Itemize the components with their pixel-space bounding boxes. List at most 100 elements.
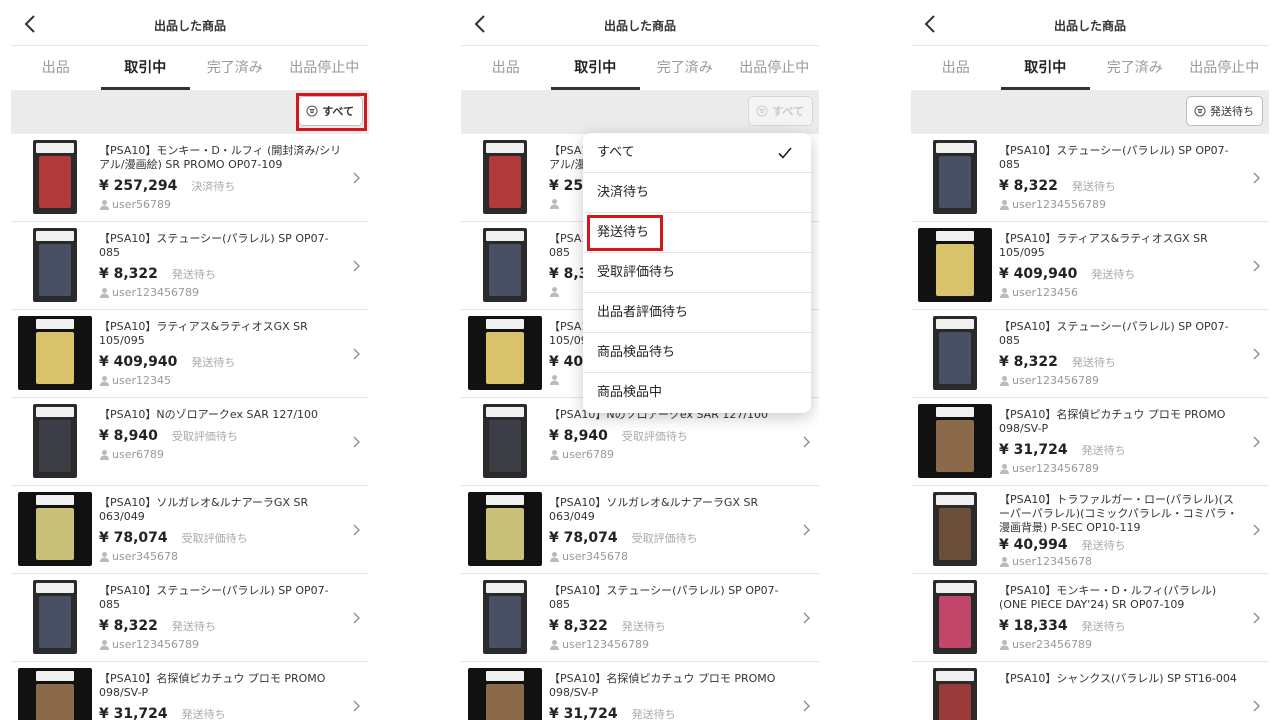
item-name: 【PSA10】ラティアス&ラティオスGX SR 105/095	[99, 320, 308, 347]
user-icon	[1000, 640, 1009, 650]
item-user: user1234556789	[1012, 198, 1106, 211]
item-name: 【PSA10】ラティアス&ラティオスGX SR 105/095	[999, 232, 1208, 259]
item-price: ¥ 409,940	[99, 354, 178, 370]
tab-completed[interactable]: 完了済み	[190, 46, 280, 90]
item-price: ¥ 31,724	[999, 442, 1068, 458]
chevron-right-icon	[353, 260, 360, 272]
list-item[interactable]: 【PSA10】ラティアス&ラティオスGX SR 105/095 ¥ 409,940…	[911, 222, 1269, 310]
list-item[interactable]: 【PSA10】ステューシー(パラレル) SP OP07-085 ¥ 8,322 発送…	[911, 310, 1269, 398]
item-name: 【PSA10】ステューシー(パラレル) SP OP07-085	[99, 232, 329, 259]
tab-completed[interactable]: 完了済み	[1090, 46, 1180, 90]
dropdown-option[interactable]: 受取評価待ち	[583, 253, 811, 293]
item-name: 【PSA10】ソルガレオ&ルナアーラGX SR 063/049	[549, 496, 759, 523]
tab-trading[interactable]: 取引中	[1000, 46, 1091, 90]
card-thumbnail	[18, 492, 92, 566]
chevron-right-icon	[1253, 524, 1260, 536]
user-icon	[100, 552, 109, 562]
item-price: ¥ 8,322	[999, 354, 1058, 370]
item-user: user6789	[562, 448, 614, 461]
list-item[interactable]: 【PSA10】モンキー・D・ルフィ (開封済み/シリアル/漫画絵) SR PRO…	[11, 134, 369, 222]
tab-bar: 出品 取引中 完了済み 出品停止中	[911, 46, 1269, 90]
dropdown-option[interactable]: 商品検品待ち	[583, 333, 811, 373]
dropdown-option-shipping[interactable]: 発送待ち	[583, 213, 811, 253]
user-icon	[1000, 557, 1009, 567]
chevron-right-icon	[353, 348, 360, 360]
item-status: 発送待ち	[1081, 539, 1126, 552]
list-item[interactable]: 【PSA10】トラファルガー・ロー(パラレル)(スーパーパラレル)(コミックパラ…	[911, 486, 1269, 574]
header: 出品した商品	[911, 0, 1269, 46]
filter-button[interactable]: すべて	[748, 96, 813, 126]
panel-all-filter: 出品した商品 出品 取引中 完了済み 出品停止中 すべて 【PSA10】モンキー…	[11, 0, 369, 720]
chevron-right-icon	[353, 172, 360, 184]
card-thumbnail	[18, 316, 92, 390]
card-thumbnail	[18, 668, 92, 720]
card-thumbnail	[918, 404, 992, 478]
item-price: ¥ 8,322	[99, 266, 158, 282]
tab-listing[interactable]: 出品	[461, 46, 551, 90]
item-status: 発送待ち	[1091, 268, 1136, 281]
item-status: 発送待ち	[181, 708, 226, 720]
user-icon	[550, 450, 559, 460]
item-user: user123456	[1012, 286, 1078, 299]
chevron-right-icon	[803, 436, 810, 448]
item-name: 【PSA10】シャンクス(パラレル) SP ST16-004	[999, 672, 1237, 685]
item-status: 発送待ち	[171, 268, 216, 281]
list-item[interactable]: 【PSA10】ステューシー(パラレル) SP OP07-085 ¥ 8,322 発送…	[11, 574, 369, 662]
checkmark-icon	[778, 147, 792, 159]
dropdown-option[interactable]: 決済待ち	[583, 173, 811, 213]
list-item[interactable]: 【PSA10】ラティアス&ラティオスGX SR 105/095 ¥ 409,940…	[11, 310, 369, 398]
list-item[interactable]: 【PSA10】名探偵ピカチュウ プロモ PROMO 098/SV-P ¥ 31,7…	[461, 662, 819, 720]
list-item[interactable]: 【PSA10】シャンクス(パラレル) SP ST16-004	[911, 662, 1269, 720]
tab-listing[interactable]: 出品	[11, 46, 101, 90]
card-thumbnail	[918, 228, 992, 302]
item-status: 発送待ち	[1071, 180, 1116, 193]
list-item[interactable]: 【PSA10】ソルガレオ&ルナアーラGX SR 063/049 ¥ 78,074 受…	[11, 486, 369, 574]
filter-bar: すべて	[461, 90, 819, 134]
item-user: user345678	[112, 550, 178, 563]
list-item[interactable]: 【PSA10】Nのゾロアークex SAR 127/100 ¥ 8,940 受取評価待…	[11, 398, 369, 486]
user-icon	[1000, 464, 1009, 474]
item-status: 発送待ち	[1071, 356, 1116, 369]
list-item[interactable]: 【PSA10】ステューシー(パラレル) SP OP07-085 ¥ 8,322 発送…	[11, 222, 369, 310]
item-status: 決済待ち	[191, 180, 236, 193]
list-item[interactable]: 【PSA10】ステューシー(パラレル) SP OP07-085 ¥ 8,322 発送…	[911, 134, 1269, 222]
tab-suspended[interactable]: 出品停止中	[1180, 46, 1270, 90]
panel-shipping-filter: 出品した商品 出品 取引中 完了済み 出品停止中 発送待ち 【PSA10】ステュ…	[911, 0, 1269, 720]
user-icon	[1000, 200, 1009, 210]
item-name: 【PSA10】モンキー・D・ルフィ (開封済み/シリアル/漫画絵) SR PRO…	[99, 144, 342, 171]
chevron-right-icon	[353, 524, 360, 536]
card-thumbnail	[933, 668, 977, 720]
tab-completed[interactable]: 完了済み	[640, 46, 730, 90]
filter-button[interactable]: 発送待ち	[1186, 96, 1263, 126]
tab-suspended[interactable]: 出品停止中	[730, 46, 820, 90]
list-item[interactable]: 【PSA10】ソルガレオ&ルナアーラGX SR 063/049 ¥ 78,074 受…	[461, 486, 819, 574]
item-status: 受取評価待ち	[181, 532, 248, 545]
item-status: 発送待ち	[631, 708, 676, 720]
dropdown-option-all[interactable]: すべて	[583, 133, 811, 173]
filter-bar: 発送待ち	[911, 90, 1269, 134]
user-icon	[550, 199, 559, 209]
list-item[interactable]: 【PSA10】名探偵ピカチュウ プロモ PROMO 098/SV-P ¥ 31,7…	[11, 662, 369, 720]
item-price: ¥ 8,940	[549, 428, 608, 444]
tab-listing[interactable]: 出品	[911, 46, 1001, 90]
item-name: 【PSA10】名探偵ピカチュウ プロモ PROMO 098/SV-P	[99, 672, 326, 699]
tab-suspended[interactable]: 出品停止中	[280, 46, 370, 90]
tab-trading[interactable]: 取引中	[100, 46, 191, 90]
item-name: 【PSA10】Nのゾロアークex SAR 127/100	[99, 408, 319, 421]
filter-icon	[756, 105, 768, 117]
card-thumbnail	[468, 668, 542, 720]
item-name: 【PSA10】ステューシー(パラレル) SP OP07-085	[999, 320, 1229, 347]
item-price: ¥ 18,334	[999, 618, 1068, 634]
item-price: ¥ 40,994	[999, 537, 1068, 553]
item-name: 【PSA10】ステューシー(パラレル) SP OP07-085	[549, 584, 779, 611]
list-item[interactable]: 【PSA10】モンキー・D・ルフィ(パラレル)(ONE PIECE DAY'24…	[911, 574, 1269, 662]
item-status: 発送待ち	[1081, 620, 1126, 633]
list-item[interactable]: 【PSA10】名探偵ピカチュウ プロモ PROMO 098/SV-P ¥ 31,7…	[911, 398, 1269, 486]
item-user: user123456789	[562, 638, 649, 651]
tab-trading[interactable]: 取引中	[550, 46, 641, 90]
item-list: 【PSA10】ステューシー(パラレル) SP OP07-085 ¥ 8,322 発送…	[911, 134, 1269, 720]
tab-bar: 出品 取引中 完了済み 出品停止中	[11, 46, 369, 90]
dropdown-option[interactable]: 出品者評価待ち	[583, 293, 811, 333]
list-item[interactable]: 【PSA10】ステューシー(パラレル) SP OP07-085 ¥ 8,322 発送…	[461, 574, 819, 662]
dropdown-option[interactable]: 商品検品中	[583, 373, 811, 413]
